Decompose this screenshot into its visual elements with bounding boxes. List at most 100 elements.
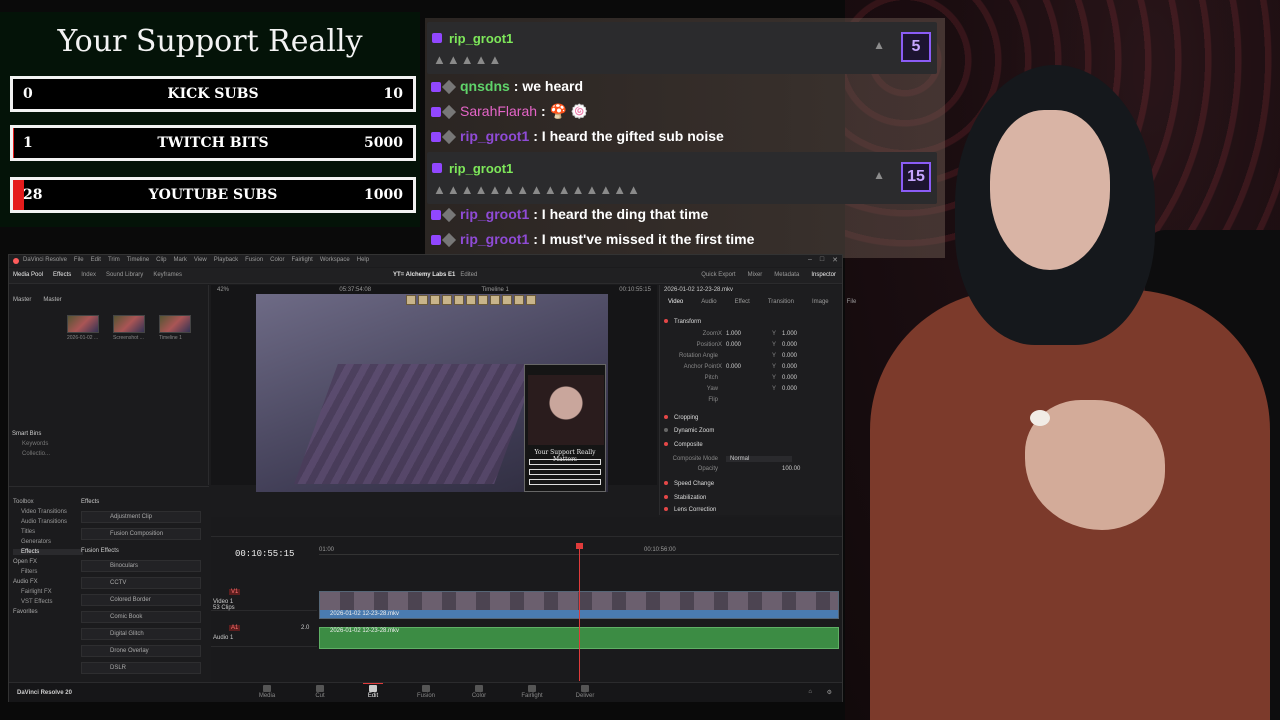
close-icon[interactable]: ✕ bbox=[832, 256, 838, 264]
resolve-brand: DaVinci Resolve 20 bbox=[17, 690, 72, 696]
axis-label: X bbox=[718, 342, 723, 348]
fusion-effect-item[interactable]: Digital Glitch bbox=[81, 628, 201, 640]
fusion-effect-item[interactable]: CCTV bbox=[81, 577, 201, 589]
menu-item-color[interactable]: Color bbox=[270, 257, 284, 263]
fusion-effect-item[interactable]: Drone Overlay bbox=[81, 645, 201, 657]
x-value[interactable]: 0.000 bbox=[726, 364, 741, 370]
section-cropping[interactable]: Cropping bbox=[664, 415, 840, 425]
audio-track-header: A1 Audio 1 2.0 bbox=[211, 621, 317, 647]
toolbar-button[interactable]: Keyframes bbox=[153, 272, 182, 278]
x-value[interactable]: 0.000 bbox=[726, 342, 741, 348]
tree-item[interactable]: Favorites bbox=[13, 609, 83, 615]
menu-item-mark[interactable]: Mark bbox=[174, 257, 187, 263]
section-stabilization[interactable]: Stabilization bbox=[664, 495, 840, 505]
tree-item[interactable]: Video Transitions bbox=[13, 509, 83, 515]
y-value[interactable]: 0.000 bbox=[782, 342, 797, 348]
track-tag[interactable]: V1 bbox=[229, 589, 241, 595]
tree-item[interactable]: Effects bbox=[13, 549, 83, 555]
inspector-tab[interactable]: Transition bbox=[768, 299, 794, 305]
home-icon[interactable]: ⌂ bbox=[808, 689, 812, 695]
toolbar-button[interactable]: Media Pool bbox=[13, 272, 43, 278]
y-value[interactable]: 0.000 bbox=[782, 386, 797, 392]
inspector-tab[interactable]: Image bbox=[812, 299, 829, 305]
toolbar-button[interactable]: Mixer bbox=[748, 272, 763, 278]
fusion-effect-item[interactable]: Binoculars bbox=[81, 560, 201, 572]
section-transform[interactable]: Transform bbox=[664, 319, 840, 329]
maximize-icon[interactable]: □ bbox=[820, 256, 824, 264]
smart-bin-item[interactable]: Keywords bbox=[12, 441, 50, 447]
toolbar-button[interactable]: Sound Library bbox=[106, 272, 143, 278]
tree-item[interactable]: Open FX bbox=[13, 559, 83, 565]
pool-tab[interactable]: Master bbox=[43, 297, 61, 303]
page-tab-color[interactable]: Color bbox=[459, 685, 499, 699]
toolbar-button[interactable]: Index bbox=[81, 272, 96, 278]
track-tag[interactable]: A1 bbox=[229, 625, 241, 631]
menu-item-playback[interactable]: Playback bbox=[214, 257, 238, 263]
app-menu[interactable]: DaVinci Resolve bbox=[23, 257, 67, 263]
opacity-value[interactable]: 100.00 bbox=[782, 466, 800, 472]
page-tab-cut[interactable]: Cut bbox=[300, 685, 340, 699]
playhead[interactable] bbox=[579, 545, 580, 681]
menu-item-workspace[interactable]: Workspace bbox=[320, 257, 350, 263]
reset-dot-icon bbox=[664, 319, 668, 324]
pool-tab[interactable]: Master bbox=[13, 297, 31, 303]
tree-item[interactable]: VST Effects bbox=[13, 599, 83, 605]
menu-item-timeline[interactable]: Timeline bbox=[127, 257, 149, 263]
tree-item[interactable]: Titles bbox=[13, 529, 83, 535]
menu-item-fairlight[interactable]: Fairlight bbox=[291, 257, 312, 263]
page-tab-fusion[interactable]: Fusion bbox=[406, 685, 446, 699]
effect-item[interactable]: Fusion Composition bbox=[81, 528, 201, 540]
y-value[interactable]: 1.000 bbox=[782, 331, 797, 337]
tree-item[interactable]: Filters bbox=[13, 569, 83, 575]
page-tab-fairlight[interactable]: Fairlight bbox=[512, 685, 552, 699]
inspector-tab[interactable]: Effect bbox=[735, 299, 750, 305]
viewer-zoom[interactable]: 42% bbox=[217, 287, 229, 295]
smart-bin-item[interactable]: Collectio... bbox=[12, 451, 50, 457]
section-speed-change[interactable]: Speed Change bbox=[664, 481, 840, 491]
fusion-effect-item[interactable]: Comic Book bbox=[81, 611, 201, 623]
media-clip[interactable]: Screenshot ... bbox=[113, 315, 145, 341]
fusion-effect-item[interactable]: DSLR bbox=[81, 662, 201, 674]
y-value[interactable]: 0.000 bbox=[782, 364, 797, 370]
preview-bar bbox=[529, 479, 601, 485]
menu-item-edit[interactable]: Edit bbox=[91, 257, 101, 263]
tree-item[interactable]: Fairlight FX bbox=[13, 589, 83, 595]
gift-user: rip_groot1 bbox=[449, 31, 514, 46]
toolbar-button[interactable]: Quick Export bbox=[701, 272, 735, 278]
toolbar-button[interactable]: Inspector bbox=[811, 272, 836, 278]
menu-item-file[interactable]: File bbox=[74, 257, 84, 263]
inspector-tab[interactable]: File bbox=[847, 299, 857, 305]
page-tab-edit[interactable]: Edit bbox=[353, 683, 393, 699]
minimize-icon[interactable]: – bbox=[808, 256, 812, 264]
toolbar-button[interactable]: Effects bbox=[53, 272, 71, 278]
video-preview[interactable]: Your Support Really Matters bbox=[256, 294, 608, 492]
menu-item-trim[interactable]: Trim bbox=[108, 257, 120, 263]
section-composite[interactable]: Composite bbox=[664, 442, 840, 452]
tree-item[interactable]: Generators bbox=[13, 539, 83, 545]
composite-mode-select[interactable]: Normal bbox=[726, 456, 792, 462]
effect-item[interactable]: Adjustment Clip bbox=[81, 511, 201, 523]
menu-item-help[interactable]: Help bbox=[357, 257, 369, 263]
tree-item[interactable]: Audio Transitions bbox=[13, 519, 83, 525]
inspector-tab[interactable]: Video bbox=[668, 299, 683, 305]
page-tab-media[interactable]: Media bbox=[247, 685, 287, 699]
tree-item[interactable]: Audio FX bbox=[13, 579, 83, 585]
x-value[interactable]: 1.000 bbox=[726, 331, 741, 337]
y-value[interactable]: 0.000 bbox=[782, 353, 797, 359]
section-lens-correction[interactable]: Lens Correction bbox=[664, 507, 840, 517]
inspector-tab[interactable]: Audio bbox=[701, 299, 716, 305]
gear-icon[interactable]: ⚙ bbox=[827, 689, 832, 696]
tree-item[interactable]: Toolbox bbox=[13, 499, 83, 505]
menu-item-clip[interactable]: Clip bbox=[156, 257, 166, 263]
menu-item-view[interactable]: View bbox=[194, 257, 207, 263]
section-title: Lens Correction bbox=[674, 507, 717, 513]
media-clip[interactable]: Timeline 1 bbox=[159, 315, 191, 341]
section-dynamic-zoom[interactable]: Dynamic Zoom bbox=[664, 428, 840, 438]
page-tab-deliver[interactable]: Deliver bbox=[565, 685, 605, 699]
y-value[interactable]: 0.000 bbox=[782, 375, 797, 381]
fusion-effect-item[interactable]: Colored Border bbox=[81, 594, 201, 606]
toolbar-button[interactable]: Metadata bbox=[774, 272, 799, 278]
fusion-page-icon bbox=[422, 685, 430, 692]
menu-item-fusion[interactable]: Fusion bbox=[245, 257, 263, 263]
media-clip[interactable]: 2026-01-02 ... bbox=[67, 315, 99, 341]
